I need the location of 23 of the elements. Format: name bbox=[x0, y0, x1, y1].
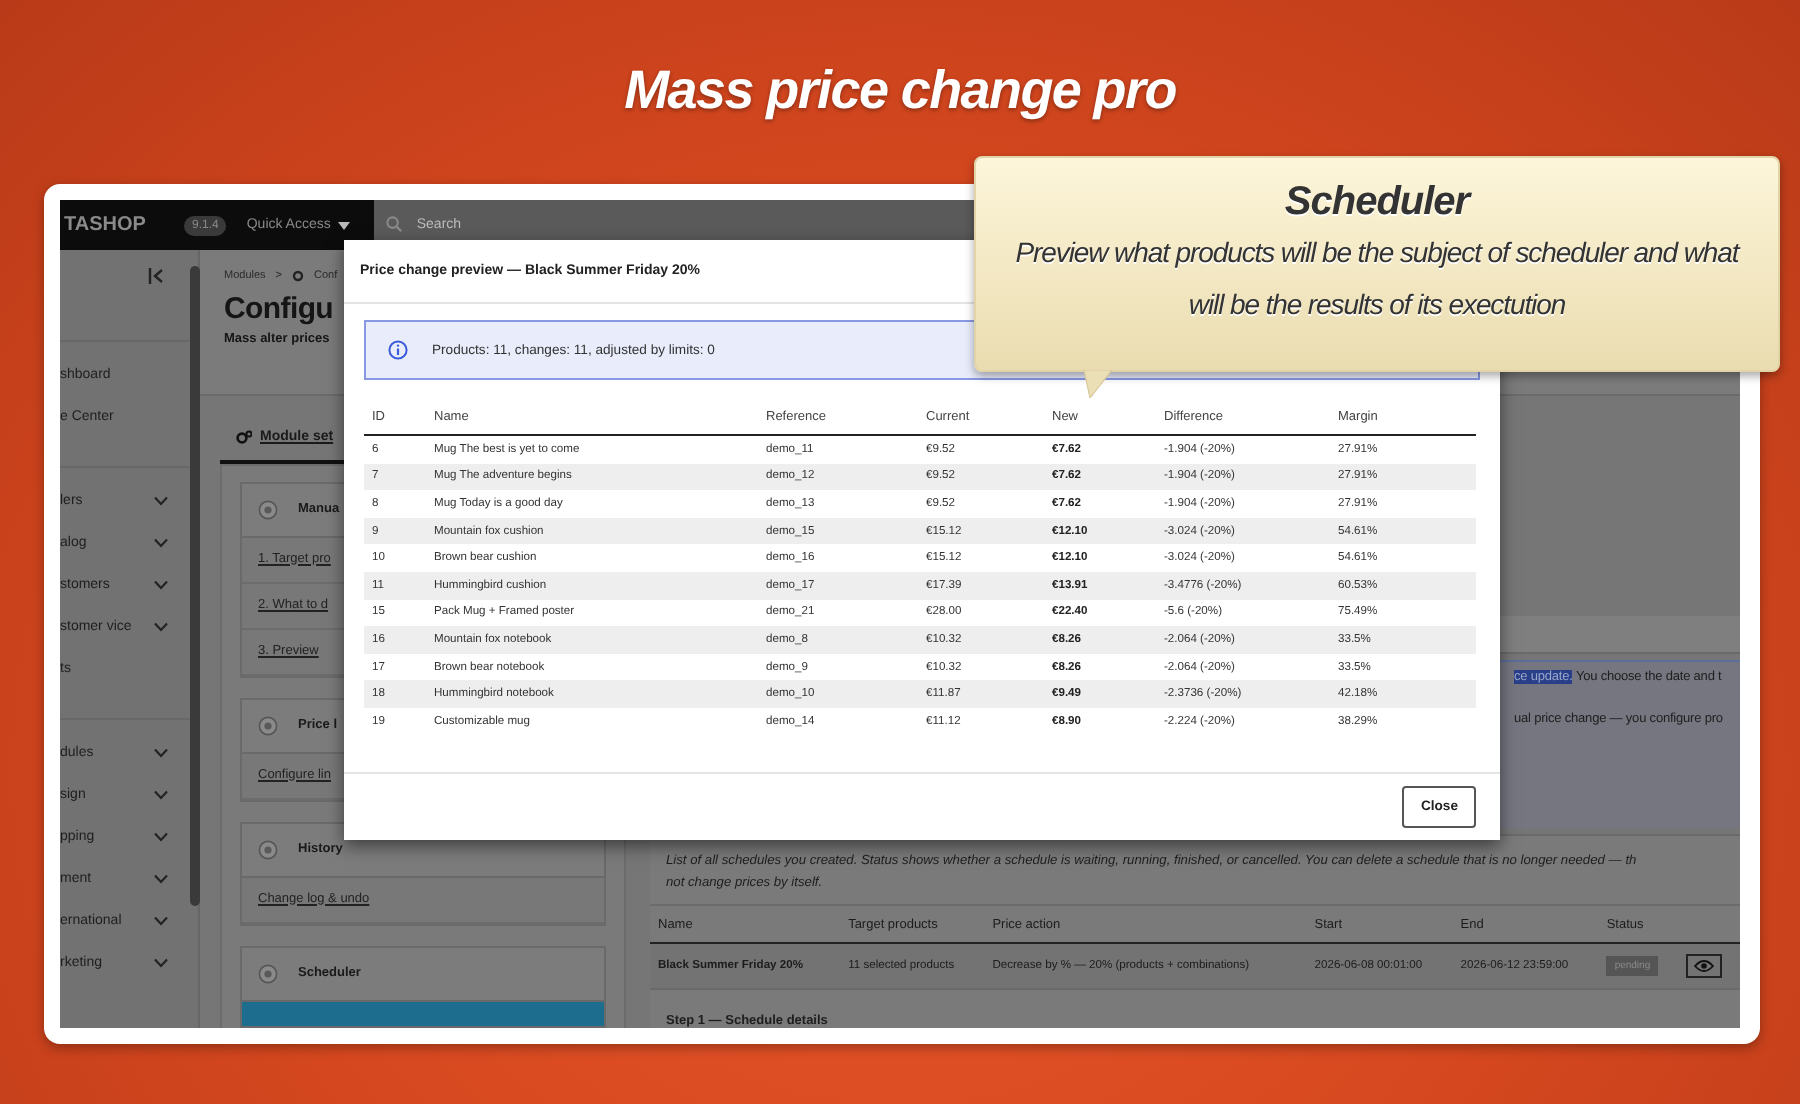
eye-icon bbox=[1694, 960, 1715, 972]
caret-icon bbox=[338, 221, 351, 229]
search-icon bbox=[386, 216, 403, 232]
callout-pointer bbox=[1084, 370, 1112, 398]
callout-title: Scheduler bbox=[1284, 180, 1470, 226]
chevron-icon bbox=[154, 748, 168, 758]
chevron-icon bbox=[154, 790, 168, 800]
view-button[interactable] bbox=[1686, 954, 1723, 978]
info-icon bbox=[388, 340, 408, 360]
chevron-icon bbox=[154, 622, 168, 632]
collapse-icon bbox=[148, 268, 164, 284]
chevron-icon bbox=[154, 874, 168, 884]
page-title: Configu bbox=[224, 292, 334, 326]
chevron-icon bbox=[154, 832, 168, 842]
chevron-icon bbox=[154, 958, 168, 968]
chevron-icon bbox=[154, 916, 168, 926]
chevron-icon bbox=[154, 538, 168, 548]
logo[interactable]: TASHOP bbox=[64, 214, 168, 236]
chevron-icon bbox=[154, 580, 168, 590]
gears-icon bbox=[236, 430, 252, 444]
callout-text: Preview what products will be the subject of scheduler and what will be the results of its exectution bbox=[1013, 234, 1743, 324]
chevron-icon bbox=[154, 496, 168, 506]
slide-title: Mass price change pro bbox=[622, 57, 1178, 124]
